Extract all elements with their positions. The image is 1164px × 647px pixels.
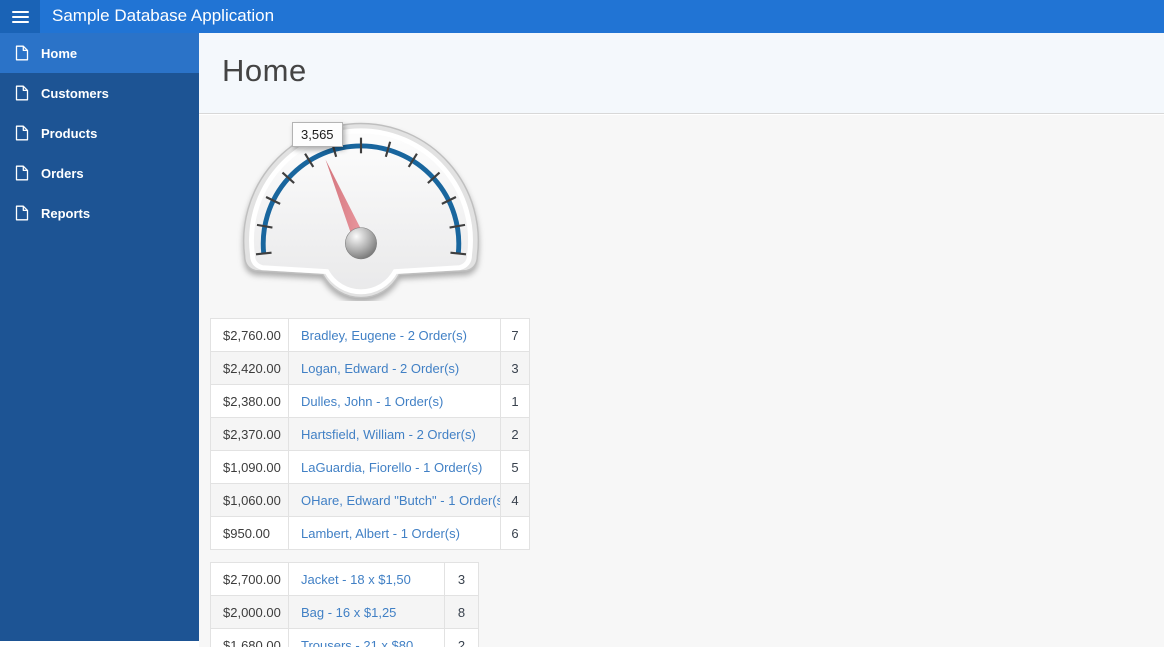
amount-cell: $2,760.00 — [210, 318, 289, 352]
sidebar-item-label: Products — [41, 125, 98, 141]
customer-order-link[interactable]: Dulles, John - 1 Order(s) — [301, 394, 443, 409]
product-order-link[interactable]: Trousers - 21 x $80 — [301, 638, 413, 647]
amount-cell: $1,680.00 — [210, 628, 289, 647]
page-title-band: Home — [199, 33, 1164, 114]
product-order-link[interactable]: Bag - 16 x $1,25 — [301, 605, 396, 620]
rank-cell: 2 — [444, 628, 479, 647]
sales-gauge-widget: 3,565 — [229, 120, 493, 301]
sidebar-item-products[interactable]: Products — [0, 113, 199, 153]
rank-cell: 3 — [500, 351, 530, 385]
customer-order-link[interactable]: Hartsfield, William - 2 Order(s) — [301, 427, 476, 442]
rank-cell: 8 — [444, 595, 479, 629]
product-order-link[interactable]: Jacket - 18 x $1,50 — [301, 572, 411, 587]
customer-order-link[interactable]: Logan, Edward - 2 Order(s) — [301, 361, 459, 376]
amount-cell: $2,380.00 — [210, 384, 289, 418]
sidebar-item-label: Reports — [41, 205, 91, 221]
table-row: $950.00 Lambert, Albert - 1 Order(s) 6 — [210, 516, 530, 550]
gauge-value-tooltip: 3,565 — [292, 122, 343, 147]
rank-cell: 6 — [500, 516, 530, 550]
sidebar-item-label: Orders — [41, 165, 84, 181]
rank-cell: 5 — [500, 450, 530, 484]
table-row: $1,090.00 LaGuardia, Fiorello - 1 Order(… — [210, 450, 530, 484]
amount-cell: $2,370.00 — [210, 417, 289, 451]
table-row: $1,060.00 OHare, Edward "Butch" - 1 Orde… — [210, 483, 530, 517]
document-icon — [15, 205, 29, 221]
amount-cell: $950.00 — [210, 516, 289, 550]
customer-order-link[interactable]: OHare, Edward "Butch" - 1 Order(s) — [301, 493, 500, 508]
amount-cell: $2,700.00 — [210, 562, 289, 596]
sidebar-item-label: Customers — [41, 85, 109, 101]
sidebar-item-customers[interactable]: Customers — [0, 73, 199, 113]
content-area: 3,565 $2,760.00 Bradley, Eugene - 2 Orde… — [199, 115, 1164, 647]
nav-sidebar: Home Customers Products Orders Reports — [0, 33, 199, 641]
table-row: $2,000.00 Bag - 16 x $1,25 8 — [210, 595, 479, 629]
sidebar-item-label: Home — [41, 45, 78, 61]
table-row: $2,420.00 Logan, Edward - 2 Order(s) 3 — [210, 351, 530, 385]
sales-gauge — [242, 122, 480, 299]
table-row: $2,760.00 Bradley, Eugene - 2 Order(s) 7 — [210, 318, 530, 352]
document-icon — [15, 125, 29, 141]
customer-order-link[interactable]: Lambert, Albert - 1 Order(s) — [301, 526, 460, 541]
page-title: Home — [222, 53, 307, 88]
amount-cell: $2,000.00 — [210, 595, 289, 629]
main-area: Home 3,565 $2,760.00 Bradley, Eugene - 2… — [199, 33, 1164, 647]
app-header: Sample Database Application — [0, 0, 1164, 33]
rank-cell: 2 — [500, 417, 530, 451]
sidebar-item-reports[interactable]: Reports — [0, 193, 199, 233]
hamburger-menu-button[interactable] — [0, 0, 40, 33]
table-row: $2,700.00 Jacket - 18 x $1,50 3 — [210, 562, 479, 596]
table-row: $1,680.00 Trousers - 21 x $80 2 — [210, 628, 479, 647]
app-title: Sample Database Application — [52, 6, 275, 25]
document-icon — [15, 165, 29, 181]
customer-sales-table: $2,760.00 Bradley, Eugene - 2 Order(s) 7… — [210, 318, 530, 550]
document-icon — [15, 85, 29, 101]
hamburger-icon — [11, 10, 29, 13]
rank-cell: 1 — [500, 384, 530, 418]
sidebar-item-home[interactable]: Home — [0, 33, 199, 73]
customer-order-link[interactable]: LaGuardia, Fiorello - 1 Order(s) — [301, 460, 482, 475]
sidebar-item-orders[interactable]: Orders — [0, 153, 199, 193]
product-sales-table: $2,700.00 Jacket - 18 x $1,50 3 $2,000.0… — [210, 562, 479, 647]
document-icon — [15, 45, 29, 61]
table-row: $2,370.00 Hartsfield, William - 2 Order(… — [210, 417, 530, 451]
amount-cell: $2,420.00 — [210, 351, 289, 385]
gauge-knob — [345, 227, 377, 260]
rank-cell: 7 — [500, 318, 530, 352]
amount-cell: $1,060.00 — [210, 483, 289, 517]
rank-cell: 3 — [444, 562, 479, 596]
rank-cell: 4 — [500, 483, 530, 517]
customer-order-link[interactable]: Bradley, Eugene - 2 Order(s) — [301, 328, 467, 343]
table-row: $2,380.00 Dulles, John - 1 Order(s) 1 — [210, 384, 530, 418]
amount-cell: $1,090.00 — [210, 450, 289, 484]
